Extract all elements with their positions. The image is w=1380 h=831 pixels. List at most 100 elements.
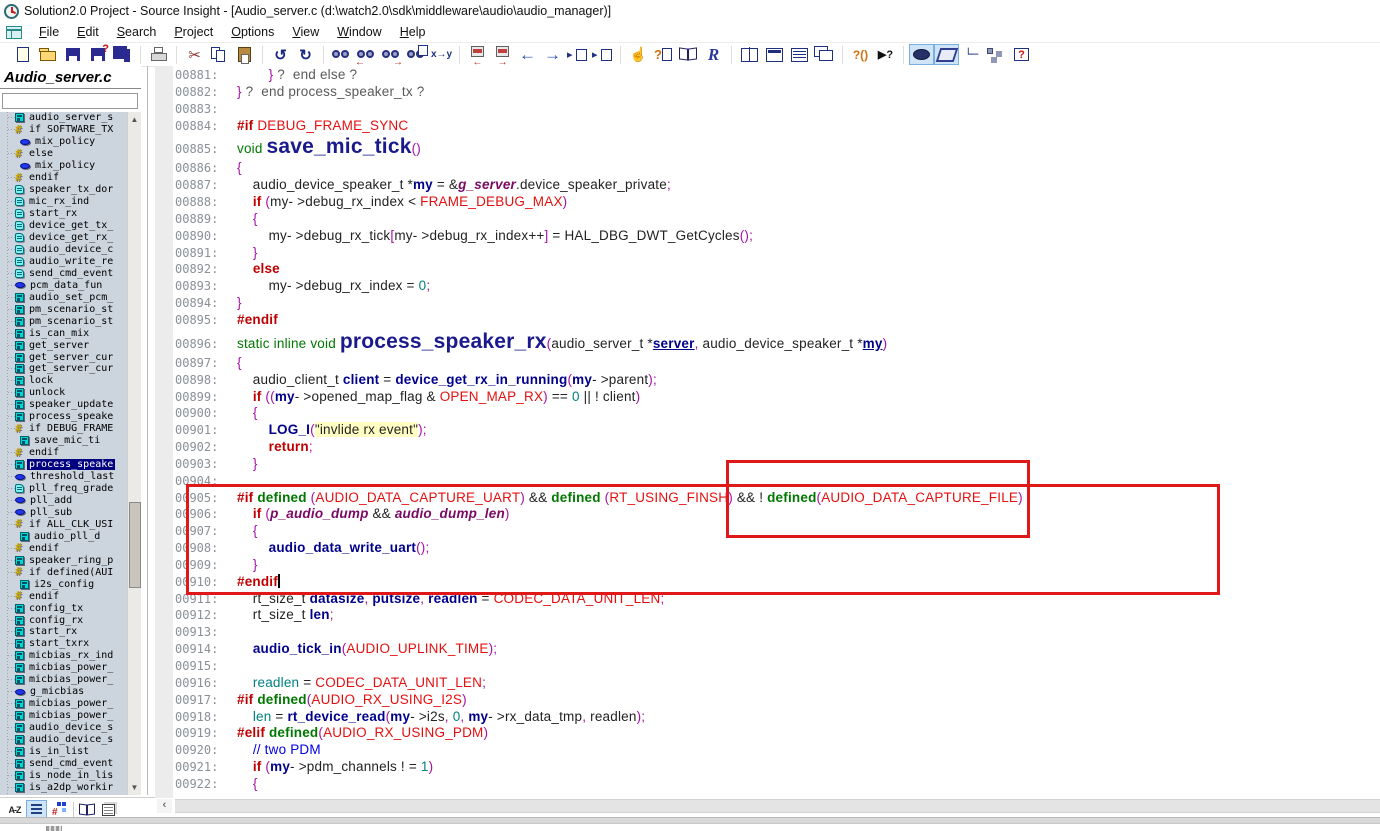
- symbol-item-config_tx[interactable]: config_tx: [0, 602, 141, 614]
- code-line-00913[interactable]: 00913:: [175, 624, 1380, 641]
- code-line-00921[interactable]: 00921: if (my- >pdm_channels ! = 1): [175, 759, 1380, 776]
- symbol-item-if-ALL_CLK_USI[interactable]: #if ALL_CLK_USI: [0, 518, 141, 530]
- symbol-item-speaker_update[interactable]: speaker_update: [0, 399, 141, 411]
- symbol-search-input[interactable]: [2, 93, 138, 109]
- symbol-item-micbias_power_[interactable]: micbias_power_: [0, 662, 141, 674]
- code-line-00908[interactable]: 00908: audio_data_write_uart();: [175, 540, 1380, 557]
- document-window-icon[interactable]: [6, 26, 22, 39]
- code-line-00902[interactable]: 00902: return;: [175, 439, 1380, 456]
- symbol-item-micbias_power_[interactable]: micbias_power_: [0, 674, 141, 686]
- code-line-00920[interactable]: 00920: // two PDM: [175, 742, 1380, 759]
- scroll-up-icon[interactable]: ▲: [130, 115, 139, 124]
- jump-hand-icon[interactable]: [626, 44, 651, 65]
- code-line-00916[interactable]: 00916: readlen = CODEC_DATA_UNIT_LEN;: [175, 675, 1380, 692]
- symbol-item-pm_scenario_st[interactable]: pm_scenario_st: [0, 315, 141, 327]
- what-help-icon[interactable]: [873, 44, 898, 65]
- symbol-item-endif[interactable]: #endif: [0, 590, 141, 602]
- replace-fwd-icon[interactable]: [490, 44, 515, 65]
- code-line-00899[interactable]: 00899: if ((my- >opened_map_flag & OPEN_…: [175, 389, 1380, 406]
- symbol-item-config_rx[interactable]: config_rx: [0, 614, 141, 626]
- paste-icon[interactable]: [232, 44, 257, 65]
- win-split-icon[interactable]: [787, 44, 812, 65]
- symbol-item-is_node_in_lis[interactable]: is_node_in_lis: [0, 769, 141, 781]
- symbol-item-micbias_power_[interactable]: micbias_power_: [0, 698, 141, 710]
- print-icon[interactable]: [146, 44, 171, 65]
- save-all-icon[interactable]: [110, 44, 135, 65]
- symbol-item-audio_device_s[interactable]: audio_device_s: [0, 722, 141, 734]
- symbol-item-endif[interactable]: #endif: [0, 542, 141, 554]
- open-folder-icon[interactable]: [35, 44, 60, 65]
- code-line-00892[interactable]: 00892: else: [175, 261, 1380, 278]
- code-line-00900[interactable]: 00900: {: [175, 405, 1380, 422]
- symbol-item-save_mic_ti[interactable]: save_mic_ti: [0, 435, 141, 447]
- code-line-00893[interactable]: 00893: my- >debug_rx_index = 0;: [175, 278, 1380, 295]
- code-line-00898[interactable]: 00898: audio_client_t client = device_ge…: [175, 372, 1380, 389]
- code-line-00910[interactable]: 00910:#endif: [175, 574, 1380, 591]
- code-line-00914[interactable]: 00914: audio_tick_in(AUDIO_UPLINK_TIME);: [175, 641, 1380, 658]
- menu-options[interactable]: Options: [222, 23, 283, 41]
- code-line-00901[interactable]: 00901: LOG_I("invlide rx event");: [175, 422, 1380, 439]
- nav-circle-icon[interactable]: [909, 44, 934, 65]
- code-line-00886[interactable]: 00886:{: [175, 160, 1380, 177]
- symbol-item-get_server_cur[interactable]: get_server_cur: [0, 351, 141, 363]
- save-query-icon[interactable]: [85, 44, 110, 65]
- code-line-00887[interactable]: 00887: audio_device_speaker_t *my = &g_s…: [175, 177, 1380, 194]
- symbol-item-pll_freq_grade[interactable]: pll_freq_grade: [0, 483, 141, 495]
- menu-file[interactable]: File: [30, 23, 68, 41]
- symbol-item-audio_device_c[interactable]: audio_device_c: [0, 243, 141, 255]
- symbol-item-device_get_rx_[interactable]: device_get_rx_: [0, 232, 141, 244]
- code-line-00912[interactable]: 00912: rt_size_t len;: [175, 607, 1380, 624]
- code-editor[interactable]: 00881: } ? end else ?00882:} ? end proce…: [155, 66, 1380, 798]
- symbol-item-audio_device_s[interactable]: audio_device_s: [0, 734, 141, 746]
- menu-view[interactable]: View: [283, 23, 328, 41]
- cut-icon[interactable]: [182, 44, 207, 65]
- symbol-item-pcm_data_fun[interactable]: pcm_data_fun: [0, 279, 141, 291]
- symbol-item-audio_write_re[interactable]: audio_write_re: [0, 255, 141, 267]
- copy-icon[interactable]: [207, 44, 232, 65]
- find-files-icon[interactable]: [404, 44, 429, 65]
- undo-icon[interactable]: [268, 44, 293, 65]
- code-line-00896[interactable]: 00896:static inline void process_speaker…: [175, 329, 1380, 355]
- code-line-00906[interactable]: 00906: if (p_audio_dump && audio_dump_le…: [175, 506, 1380, 523]
- symbol-item-micbias_power_[interactable]: micbias_power_: [0, 710, 141, 722]
- layout-icon[interactable]: [984, 44, 1009, 65]
- code-line-00888[interactable]: 00888: if (my- >debug_rx_index < FRAME_D…: [175, 194, 1380, 211]
- menu-window[interactable]: Window: [328, 23, 390, 41]
- nav-fwd-icon[interactable]: [540, 44, 565, 65]
- symbol-item-start_rx[interactable]: start_rx: [0, 626, 141, 638]
- scrollbar-thumb[interactable]: [129, 502, 141, 588]
- redo-icon[interactable]: [293, 44, 318, 65]
- code-line-00915[interactable]: 00915:: [175, 658, 1380, 675]
- code-line-00909[interactable]: 00909: }: [175, 557, 1380, 574]
- context-help-icon[interactable]: [651, 44, 676, 65]
- code-line-00885[interactable]: 00885:void save_mic_tick(): [175, 134, 1380, 160]
- code-line-00905[interactable]: 00905:#if defined (AUDIO_DATA_CAPTURE_UA…: [175, 490, 1380, 507]
- symbol-item-get_server_cur[interactable]: get_server_cur: [0, 363, 141, 375]
- code-line-00922[interactable]: 00922: {: [175, 776, 1380, 793]
- region-icon[interactable]: [934, 44, 959, 65]
- code-line-00897[interactable]: 00897:{: [175, 355, 1380, 372]
- scroll-left-icon[interactable]: ‹: [157, 799, 172, 813]
- symbol-item-if-DEBUG_FRAME[interactable]: #if DEBUG_FRAME: [0, 423, 141, 435]
- code-line-00889[interactable]: 00889: {: [175, 211, 1380, 228]
- browse-book-icon[interactable]: [676, 44, 701, 65]
- symbol-item-speaker_tx_dor[interactable]: speaker_tx_dor: [0, 184, 141, 196]
- find-prev-icon[interactable]: [354, 44, 379, 65]
- symbol-item-is_in_list[interactable]: is_in_list: [0, 746, 141, 758]
- symbol-item-start_rx[interactable]: start_rx: [0, 208, 141, 220]
- code-line-00895[interactable]: 00895:#endif: [175, 312, 1380, 329]
- win-grid-icon[interactable]: [737, 44, 762, 65]
- code-line-00890[interactable]: 00890: my- >debug_rx_tick[my- >debug_rx_…: [175, 228, 1380, 245]
- symbol-item-audio_set_pcm_[interactable]: audio_set_pcm_: [0, 291, 141, 303]
- symbol-item-send_cmd_event[interactable]: send_cmd_event: [0, 267, 141, 279]
- code-line-00894[interactable]: 00894:}: [175, 295, 1380, 312]
- symbol-item-get_server[interactable]: get_server: [0, 339, 141, 351]
- menu-help[interactable]: Help: [391, 23, 435, 41]
- symbol-item-mic_rx_ind[interactable]: mic_rx_ind: [0, 196, 141, 208]
- scrollbar-track[interactable]: [175, 799, 1380, 813]
- code-line-00882[interactable]: 00882:} ? end process_speaker_tx ?: [175, 84, 1380, 101]
- replace-back-icon[interactable]: [465, 44, 490, 65]
- relation-r-icon[interactable]: [701, 44, 726, 65]
- symbol-scrollbar[interactable]: ▲ ▼: [127, 112, 141, 795]
- symbol-item-if-defined-AUI[interactable]: #if defined(AUI: [0, 566, 141, 578]
